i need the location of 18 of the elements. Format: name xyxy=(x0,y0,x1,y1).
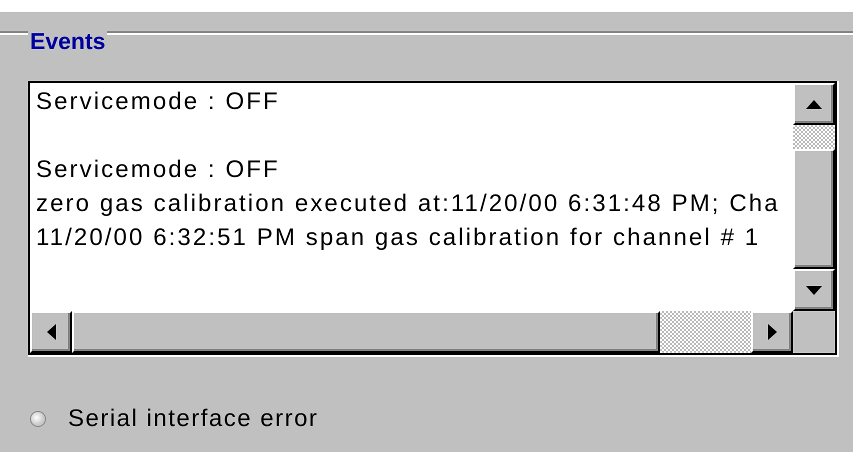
event-line: zero gas calibration executed at:11/20/00 6:31:48 PM; Cha xyxy=(36,189,780,219)
left-arrow-icon xyxy=(46,324,56,340)
scrollbar-track[interactable] xyxy=(793,125,835,149)
event-list[interactable]: Servicemode : OFF Servicemode : OFF zero gas calibration executed at:11/20/00 6:31:48 PM; Cha 11/20/00 6:32:51 PM span gas calibration for channel # 1 xyxy=(28,81,837,355)
scroll-left-button[interactable] xyxy=(30,311,72,353)
event-line: Servicemode : OFF xyxy=(36,87,280,117)
scrollbar-thumb[interactable] xyxy=(793,149,835,269)
right-arrow-icon xyxy=(768,324,776,340)
scroll-down-button[interactable] xyxy=(793,269,835,311)
indicator-label: Serial interface error xyxy=(68,405,318,433)
scrollbar-corner xyxy=(793,311,835,353)
scrollbar-thumb[interactable] xyxy=(72,311,660,353)
scroll-up-button[interactable] xyxy=(793,83,835,125)
event-line: 11/20/00 6:32:51 PM span gas calibration for channel # 1 xyxy=(36,223,760,253)
scroll-right-button[interactable] xyxy=(751,311,793,353)
event-line: Servicemode : OFF xyxy=(36,155,280,185)
up-arrow-icon xyxy=(806,100,822,108)
down-arrow-icon xyxy=(806,286,822,294)
